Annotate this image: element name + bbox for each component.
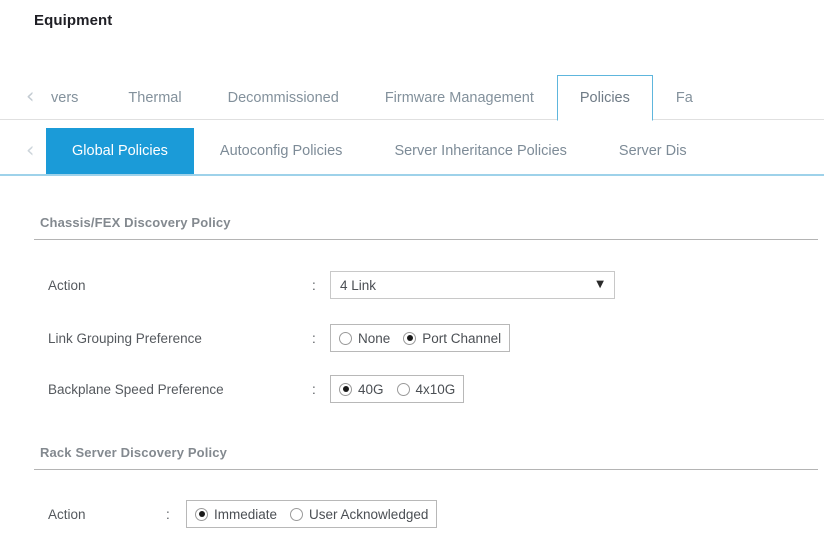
tab-label: Fa — [675, 89, 693, 106]
field-colon-rack-action: : — [166, 501, 170, 527]
colon-separator: : — [312, 277, 316, 293]
tab-label: vers — [51, 89, 79, 106]
radio-label: Immediate — [214, 506, 278, 522]
dropdown-value: 4 Link — [340, 277, 377, 293]
field-label: Backplane Speed Preference — [48, 381, 224, 397]
tab-label: Thermal — [128, 89, 182, 106]
radio-button-selected-icon[interactable] — [403, 331, 417, 345]
radio-button-icon[interactable] — [290, 507, 304, 521]
tab-thermal[interactable]: Thermal — [105, 75, 204, 120]
subtab-label: Server Dis — [618, 143, 687, 159]
radio-option-immediate[interactable]: Immediate — [195, 507, 277, 522]
chevron-left-icon[interactable]: ‹ — [26, 139, 40, 161]
radio-label: 40G — [358, 381, 384, 397]
chassis-action-dropdown[interactable]: 4 Link ▼ — [330, 271, 615, 299]
page-title: Equipment — [34, 12, 113, 29]
section-title-rack-server-discovery-policy: Rack Server Discovery Policy — [40, 445, 228, 460]
subtab-global-policies[interactable]: Global Policies — [46, 128, 194, 174]
radio-option-port-channel[interactable]: Port Channel — [403, 331, 501, 346]
colon-separator: : — [312, 330, 316, 346]
radio-label: None — [358, 330, 391, 346]
colon-separator: : — [312, 381, 316, 397]
radio-button-selected-icon[interactable] — [195, 507, 208, 521]
field-colon-backplane-speed: : — [312, 376, 316, 402]
tab-firmware-management[interactable]: Firmware Management — [362, 75, 557, 120]
tab-label: Decommissioned — [227, 89, 339, 106]
section-title-chassis-fex-discovery-policy: Chassis/FEX Discovery Policy — [40, 215, 231, 230]
secondary-tabs: Global Policies Autoconfig Policies Serv… — [46, 128, 713, 174]
field-label: Action — [48, 506, 86, 522]
rack-action-radio-group: Immediate User Acknowledged — [186, 500, 438, 528]
field-colon-link-grouping: : — [312, 325, 316, 351]
link-grouping-radio-group: None Port Channel — [330, 324, 511, 352]
tab-label: Firmware Management — [384, 89, 534, 106]
radio-option-4x10g[interactable]: 4x10G — [396, 381, 456, 397]
primary-tabs: vers Thermal Decommissioned Firmware Man… — [46, 75, 716, 121]
radio-label: 4x10G — [415, 381, 456, 397]
equipment-policies-page: Equipment ‹ vers Thermal Decommissioned … — [0, 0, 824, 538]
subtab-server-inheritance-policies[interactable]: Server Inheritance Policies — [368, 128, 592, 174]
subtab-label: Server Inheritance Policies — [394, 143, 567, 159]
secondary-tab-bar: ‹ Global Policies Autoconfig Policies Se… — [0, 128, 824, 176]
radio-option-40g[interactable]: 40G — [339, 382, 384, 397]
field-row-backplane-speed-preference: Backplane Speed Preference — [48, 376, 224, 402]
tab-decommissioned[interactable]: Decommissioned — [205, 75, 362, 120]
colon-separator: : — [166, 506, 170, 522]
tab-policies[interactable]: Policies — [556, 75, 653, 121]
field-colon-chassis-action: : — [312, 272, 316, 298]
field-label: Action — [48, 277, 86, 293]
field-row-link-grouping-preference: Link Grouping Preference — [48, 325, 202, 351]
subtab-label: Global Policies — [72, 143, 168, 159]
tab-label: Policies — [579, 90, 630, 106]
subtab-server-discovery-policies[interactable]: Server Dis — [593, 128, 713, 174]
radio-button-icon[interactable] — [339, 331, 352, 345]
section-divider — [34, 239, 818, 240]
radio-option-user-acknowledged[interactable]: User Acknowledged — [290, 507, 428, 522]
section-divider — [34, 469, 818, 470]
radio-label: Port Channel — [422, 330, 502, 346]
backplane-speed-radio-group: 40G 4x10G — [330, 375, 465, 403]
subtab-label: Autoconfig Policies — [219, 143, 343, 159]
subtab-autoconfig-policies[interactable]: Autoconfig Policies — [194, 128, 369, 174]
chevron-left-icon[interactable]: ‹ — [26, 86, 40, 108]
tab-fabric[interactable]: Fa — [653, 75, 716, 120]
field-row-rack-action: Action — [48, 501, 86, 527]
radio-label: User Acknowledged — [309, 506, 429, 522]
radio-option-none[interactable]: None — [339, 331, 390, 346]
radio-button-icon[interactable] — [396, 382, 410, 396]
radio-button-selected-icon[interactable] — [339, 382, 352, 396]
tab-vers[interactable]: vers — [46, 75, 105, 120]
field-label: Link Grouping Preference — [48, 330, 202, 346]
chevron-down-icon[interactable]: ▼ — [596, 280, 606, 290]
field-row-chassis-action: Action — [48, 272, 86, 298]
primary-tab-bar: ‹ vers Thermal Decommissioned Firmware M… — [0, 75, 824, 121]
